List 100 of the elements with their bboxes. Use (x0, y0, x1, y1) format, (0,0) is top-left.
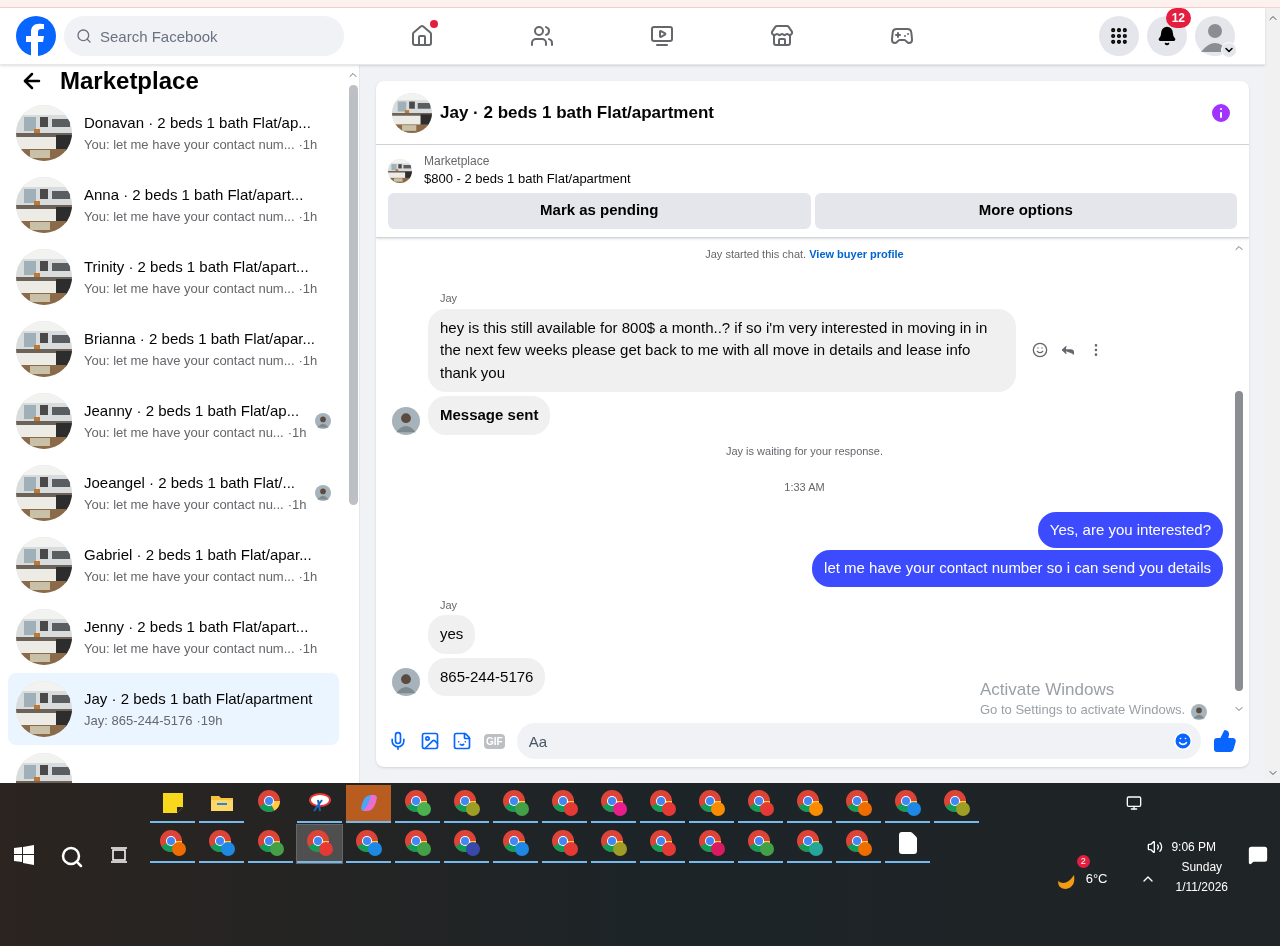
sender-name: Jay (440, 597, 459, 613)
search-icon (76, 28, 92, 44)
conversation-item[interactable]: Jeanny · 2 beds 1 bath Flat/ap... You: let me have your contact nu... ·1h (8, 385, 339, 457)
home-icon (410, 24, 434, 48)
browser-icon (844, 789, 873, 817)
browser-icon (550, 829, 579, 857)
like-icon[interactable] (1213, 729, 1237, 753)
browser-icon (599, 829, 628, 857)
react-icon[interactable] (1032, 342, 1048, 359)
scrollbar-thumb[interactable] (1235, 391, 1243, 691)
temperature: 6°C (1085, 870, 1108, 889)
buyer-profile-link[interactable]: View buyer profile (809, 247, 904, 260)
conversation-title: Donavan · 2 beds 1 bath Flat/ap... (84, 113, 312, 133)
message-time: ·1h (298, 279, 318, 298)
message-time: ·1h (298, 351, 318, 370)
menu-button[interactable] (1099, 16, 1139, 56)
clock-time[interactable]: 9:06 PM (1171, 839, 1217, 855)
conversation-item[interactable]: Jay · 2 beds 1 bath Flat/apartment Jay: 865-244-5176 ·19h (8, 673, 339, 745)
chat-title: Jay · 2 beds 1 bath Flat/apartment (440, 101, 714, 124)
bell-icon (1157, 26, 1177, 46)
browser-icon (648, 789, 677, 817)
clock-day: Sunday (1181, 859, 1223, 875)
notification-center-icon[interactable] (1248, 845, 1268, 865)
browser-icon (795, 829, 824, 857)
conversation-item[interactable]: Jenny · 2 beds 1 bath Flat/apart... You: let me have your contact num... ·1h (8, 601, 339, 673)
logo-icon[interactable] (16, 16, 56, 56)
browser-icon (452, 789, 481, 817)
avatar (392, 668, 420, 696)
message-time: ·1h (287, 495, 307, 514)
avatar (392, 406, 420, 435)
friends-icon (530, 24, 554, 48)
incoming-message: Message sent (428, 396, 551, 435)
scrollbar-thumb[interactable] (348, 85, 358, 505)
browser-icon (550, 789, 579, 817)
message-preview: You: let me have your contact nu... (84, 495, 284, 514)
listing-label: Marketplace (424, 153, 491, 169)
message-time: ·19h (196, 711, 223, 730)
conversation-title: Brianna · 2 beds 1 bath Flat/apar... (84, 329, 316, 349)
network-icon[interactable] (1126, 795, 1142, 811)
listing-title: $800 - 2 beds 1 bath Flat/apartment (424, 170, 631, 188)
message-preview: You: let me have your contact num... (84, 207, 295, 226)
message-preview: You: let me have your contact num... (84, 135, 295, 154)
conversation-item[interactable]: Brianna · 2 beds 1 bath Flat/apar... You: let me have your contact num... ·1h (8, 313, 339, 385)
browser-icon (844, 829, 873, 857)
conversation-item[interactable]: Joeangel · 2 beds 1 bath Flat/... You: let me have your contact nu... ·1h (8, 457, 339, 529)
sticker-icon[interactable] (452, 731, 472, 751)
message-time: ·1h (287, 423, 307, 442)
conversation-item[interactable]: Donavan · 2 beds 1 bath Flat/ap... You: let me have your contact num... ·1h (8, 97, 339, 169)
timestamp: 1:33 AM (784, 480, 825, 495)
search-icon[interactable] (60, 845, 84, 869)
browser-icon (893, 789, 922, 817)
browser-icon (501, 829, 530, 857)
browser-icon (403, 829, 432, 857)
message-time: ·1h (298, 207, 318, 226)
message-time: ·1h (298, 135, 318, 154)
conversation-item[interactable]: Gabriel · 2 beds 1 bath Flat/apar... You: let me have your contact num... ·1h (8, 529, 339, 601)
sender-name: Jay (440, 291, 459, 306)
message-preview: You: let me have your contact num... (84, 279, 295, 298)
conversation-item[interactable]: Trinity · 2 beds 1 bath Flat/apart... You: let me have your contact num... ·1h (8, 241, 339, 313)
browser-icon (403, 789, 432, 817)
message-time: ·1h (298, 567, 318, 586)
message-time: ·1h (298, 639, 318, 658)
microphone-icon[interactable] (388, 731, 408, 751)
conversation-title: Jay · 2 beds 1 bath Flat/apartment (84, 689, 314, 709)
activation-title: Activate Windows (980, 680, 1115, 700)
conversation-title: Gabriel · 2 beds 1 bath Flat/apar... (84, 545, 313, 565)
start-icon[interactable] (14, 845, 34, 865)
marketplace-icon (770, 24, 794, 48)
activation-text: Go to Settings to activate Windows. (980, 701, 1186, 719)
browser-icon (501, 789, 530, 817)
incoming-message: 865-244-5176 (428, 657, 546, 696)
message-preview: You: let me have your contact num... (84, 639, 295, 658)
listing-button[interactable]: Mark as pending (388, 192, 811, 229)
browser-icon (599, 789, 628, 817)
conversation-item[interactable]: Anna · 2 beds 1 bath Flat/apart... You: let me have your contact num... ·1h (8, 169, 339, 241)
browser-icon (207, 829, 236, 857)
browser-icon (942, 789, 971, 817)
browser-icon (795, 789, 824, 817)
browser-icon (305, 829, 334, 857)
system-message: Jay started this chat. View buyer profile (704, 246, 905, 262)
account-menu-button[interactable] (1221, 42, 1237, 58)
incoming-message: hey is this still available for 800$ a month..? if so i'm very interested in moving in in the next few weeks please get back to me with all move in details and lease info thank you (428, 308, 1016, 392)
incoming-message: yes (428, 615, 476, 654)
browser-icon (746, 789, 775, 817)
conversation-title: Jeanny · 2 beds 1 bath Flat/ap... (84, 401, 301, 421)
browser-icon (746, 829, 775, 857)
message-field[interactable]: Aa (516, 723, 1201, 759)
clock-date: 1/11/2026 (1175, 879, 1228, 895)
task-view-icon[interactable] (110, 845, 130, 865)
outgoing-message: let me have your contact number so i can send you details (812, 550, 1223, 587)
volume-icon[interactable] (1147, 839, 1164, 855)
seen-avatar (315, 413, 331, 429)
message-preview: You: let me have your contact num... (84, 351, 295, 370)
listing-button[interactable]: More options (814, 192, 1237, 229)
photo-icon[interactable] (420, 731, 440, 751)
sticky-note-icon (160, 791, 185, 815)
conversation-title: Trinity · 2 beds 1 bath Flat/apart... (84, 257, 310, 277)
outgoing-message: Yes, are you interested? (1037, 511, 1223, 548)
search-field[interactable]: Search Facebook (64, 16, 344, 56)
browser-icon (256, 829, 285, 857)
